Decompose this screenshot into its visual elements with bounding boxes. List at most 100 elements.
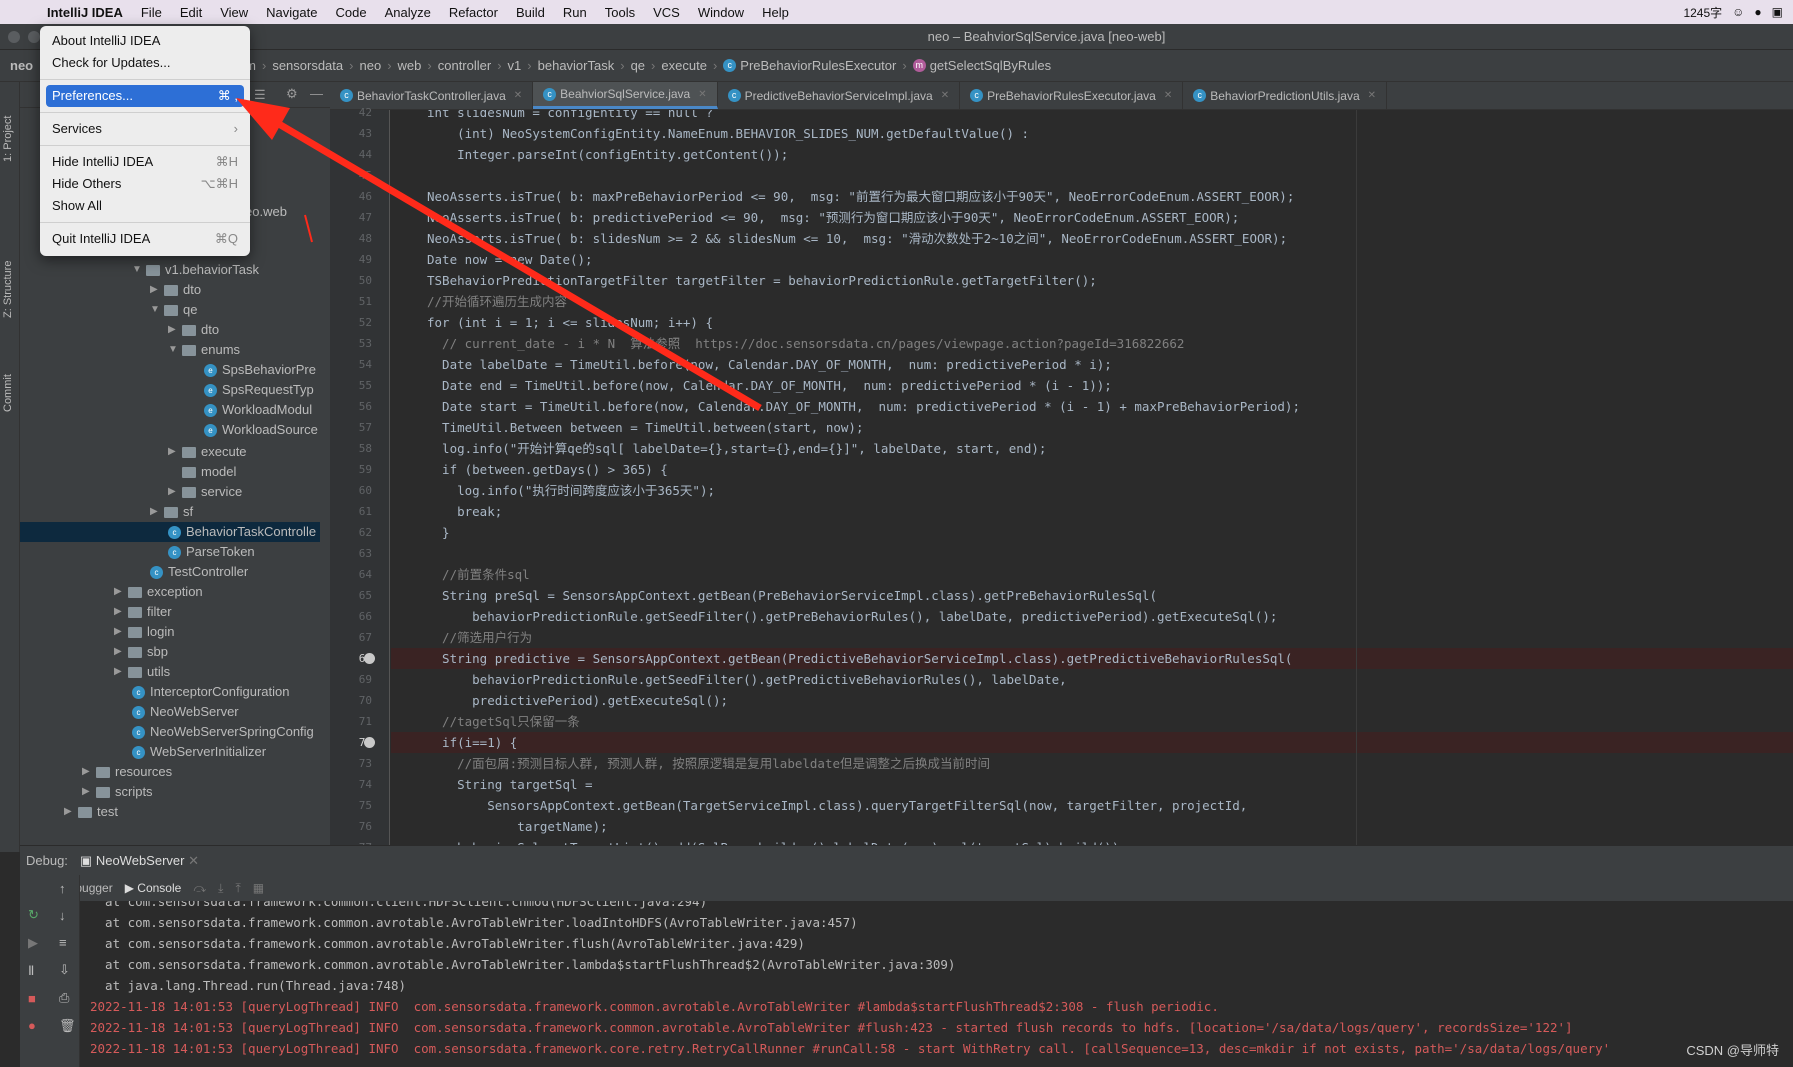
code-line[interactable]: //面包屑:预测目标人群, 预测人群, 按照原逻辑是复用labeldate但是调… (391, 753, 1793, 774)
chevron-right-icon[interactable]: ▶ (114, 582, 128, 602)
tree-folder[interactable]: ▶ execute (168, 442, 247, 462)
crumb-class[interactable]: c PreBehaviorRulesExecutor › (723, 58, 912, 73)
editor-tab[interactable]: c PredictiveBehaviorServiceImpl.java ✕ (718, 82, 961, 109)
tree-class[interactable]: e SpsBehaviorPre (204, 360, 316, 380)
code-line[interactable]: Integer.parseInt(configEntity.getContent… (391, 144, 1793, 165)
step-over-icon[interactable]: ⤼ (193, 881, 206, 896)
scroll-to-end-icon[interactable]: ⇩ (50, 956, 79, 984)
crumb-package[interactable]: qe › (631, 58, 662, 73)
tree-folder[interactable]: ▶ sbp (114, 642, 168, 662)
tree-folder[interactable]: ▶ utils (114, 662, 170, 682)
code-line[interactable]: NeoAsserts.isTrue( b: maxPreBehaviorPeri… (391, 186, 1793, 207)
menu-app-name[interactable]: IntelliJ IDEA (38, 5, 132, 20)
menu-item-check-updates[interactable]: Check for Updates... (40, 52, 250, 74)
chevron-right-icon[interactable]: ▶ (150, 502, 164, 522)
menu-build[interactable]: Build (507, 5, 554, 20)
arrow-up-icon[interactable]: ↑ (50, 875, 79, 902)
close-icon[interactable]: ✕ (514, 90, 522, 101)
code-line[interactable]: (int) NeoSystemConfigEntity.NameEnum.BEH… (391, 123, 1793, 144)
tree-class[interactable]: c NeoWebServerSpringConfig (132, 722, 314, 742)
print-icon[interactable]: ⎙ (50, 984, 79, 1012)
tree-folder[interactable]: ▶ scripts (82, 782, 153, 802)
tree-folder[interactable]: ▶ test (64, 802, 118, 822)
tab-console[interactable]: ▶ Console (125, 881, 182, 895)
tree-folder[interactable]: ▶ sf (150, 502, 193, 522)
code-line[interactable]: if(i==1) { (391, 732, 1793, 753)
code-line[interactable]: Date now = new Date(); (391, 249, 1793, 270)
code-line[interactable]: targetName); (391, 816, 1793, 837)
code-line[interactable]: String targetSql = (391, 774, 1793, 795)
editor-tab[interactable]: c BehaviorPredictionUtils.java ✕ (1183, 82, 1388, 109)
code-line[interactable]: int slidesNum = configEntity == null ? (391, 110, 1793, 123)
tree-item[interactable]: eo.web (245, 202, 287, 222)
code-line[interactable]: //开始循环遍历生成内容 (391, 291, 1793, 312)
menu-code[interactable]: Code (326, 5, 375, 20)
hide-panel-icon[interactable]: — (310, 86, 323, 101)
menu-item-show-all[interactable]: Show All (40, 195, 250, 217)
code-line[interactable]: String preSql = SensorsAppContext.getBea… (391, 585, 1793, 606)
tree-folder[interactable]: ▼ enums (168, 340, 240, 360)
menu-vcs[interactable]: VCS (644, 5, 689, 20)
evaluate-icon[interactable]: ▦ (253, 881, 264, 895)
gear-icon[interactable]: ⚙ (286, 86, 298, 102)
menu-item-services[interactable]: Services › (40, 118, 250, 140)
tree-class-selected[interactable]: c BehaviorTaskControlle (20, 522, 320, 542)
code-line[interactable]: TimeUtil.Between between = TimeUtil.betw… (391, 417, 1793, 438)
code-line[interactable]: behaviorPredictionRule.getSeedFilter().g… (391, 606, 1793, 627)
menu-item-preferences[interactable]: Preferences... ⌘ , (46, 85, 244, 107)
trash-icon[interactable]: 🗑 (50, 1012, 79, 1040)
code-line[interactable]: if (between.getDays() > 365) { (391, 459, 1793, 480)
console-output[interactable]: at com.sensorsdata.framework.common.clie… (80, 901, 1793, 1067)
menu-tools[interactable]: Tools (596, 5, 644, 20)
menu-window[interactable]: Window (689, 5, 753, 20)
code-line[interactable]: String predictive = SensorsAppContext.ge… (391, 648, 1793, 669)
code-line[interactable]: Date labelDate = TimeUtil.before(now, Ca… (391, 354, 1793, 375)
close-icon[interactable]: ✕ (941, 90, 949, 101)
menu-item-hide-others[interactable]: Hide Others ⌥⌘H (40, 173, 250, 195)
code-line[interactable]: } (391, 522, 1793, 543)
code-line[interactable]: SensorsAppContext.getBean(TargetServiceI… (391, 795, 1793, 816)
control-center-icon[interactable]: ▣ (1772, 5, 1783, 19)
chevron-right-icon[interactable]: ▶ (168, 482, 182, 502)
code-line[interactable]: log.info("执行时间跨度应该小于365天"); (391, 480, 1793, 501)
debug-session-tab[interactable]: ▣ NeoWebServer ✕ (80, 853, 199, 869)
emoji-icon[interactable]: ☺ (1732, 5, 1744, 19)
view-breakpoints-icon[interactable]: ● (20, 1012, 50, 1039)
resume-icon[interactable]: ▶ (20, 929, 50, 957)
soft-wrap-icon[interactable]: ≡ (50, 929, 79, 956)
tree-class[interactable]: e WorkloadSource (204, 420, 318, 440)
chevron-right-icon[interactable]: ▶ (114, 602, 128, 622)
code-line[interactable]: log.info("开始计算qe的sql[ labelDate={},start… (391, 438, 1793, 459)
tree-class[interactable]: c TestController (150, 562, 248, 582)
editor-tab-active[interactable]: c BeahviorSqlService.java ✕ (533, 82, 718, 109)
menu-item-hide[interactable]: Hide IntelliJ IDEA ⌘H (40, 151, 250, 173)
rerun-icon[interactable]: ↻ (20, 901, 50, 929)
tree-folder[interactable]: ▶ filter (114, 602, 172, 622)
chevron-right-icon[interactable]: ▶ (82, 782, 96, 802)
chevron-right-icon[interactable]: ▶ (150, 280, 164, 300)
tree-folder[interactable]: ▼ v1.behaviorTask (132, 260, 259, 280)
crumb-method[interactable]: m getSelectSqlByRules (912, 58, 1051, 73)
menu-view[interactable]: View (211, 5, 257, 20)
tree-class[interactable]: c WebServerInitializer (132, 742, 266, 762)
close-icon[interactable]: ✕ (698, 89, 706, 100)
code-line[interactable]: //tagetSql只保留一条 (391, 711, 1793, 732)
tree-folder[interactable]: ▶ exception (114, 582, 203, 602)
collapse-all-icon[interactable]: ☰ (254, 87, 266, 103)
tree-class[interactable]: c NeoWebServer (132, 702, 239, 722)
code-line[interactable]: //筛选用户行为 (391, 627, 1793, 648)
crumb-package[interactable]: execute › (661, 58, 723, 73)
tree-folder[interactable]: ▶ login (114, 622, 174, 642)
pause-icon[interactable]: Ⅱ (20, 957, 50, 985)
chevron-right-icon[interactable]: ▶ (114, 622, 128, 642)
code-line[interactable]: predictivePeriod).getExecuteSql(); (391, 690, 1793, 711)
editor-tab[interactable]: c PreBehaviorRulesExecutor.java ✕ (960, 82, 1184, 109)
crumb-package[interactable]: neo › (359, 58, 397, 73)
arrow-down-icon[interactable]: ↓ (50, 902, 79, 929)
chevron-right-icon[interactable]: ▶ (114, 662, 128, 682)
breakpoint-icon[interactable] (364, 653, 375, 664)
tree-folder[interactable]: ▼ qe (150, 300, 197, 320)
tool-tab-commit[interactable]: Commit (2, 374, 14, 412)
menu-help[interactable]: Help (753, 5, 798, 20)
chevron-right-icon[interactable]: ▶ (168, 320, 182, 340)
